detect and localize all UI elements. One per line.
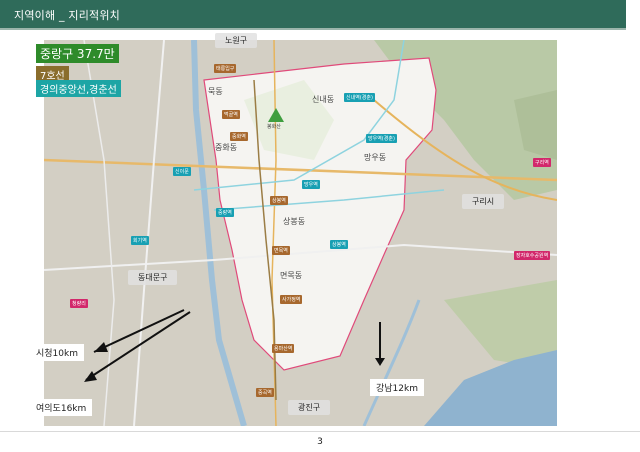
station-hoegi[interactable]: 회기역 [131, 236, 149, 245]
district-label-dongdaemun: 동대문구 [128, 270, 178, 285]
station-guri[interactable]: 구리역 [533, 158, 551, 167]
callout-yeouido: 여의도16km [30, 399, 93, 416]
station-yongmasan[interactable]: 용마산역 [272, 344, 295, 353]
station-sangbong[interactable]: 상봉역 [270, 196, 288, 205]
station-sagajeong[interactable]: 사가정역 [280, 295, 303, 304]
district-label-nowon: 노원구 [215, 33, 258, 48]
station-sinnae[interactable]: 신내역(경춘) [344, 93, 375, 102]
dong-label-muk: 묵동 [208, 87, 223, 96]
dong-label-myeonmok: 면목동 [280, 271, 303, 280]
info-lines: 경의중앙선,경춘선 [36, 80, 121, 97]
callout-cityhall: 시청10km [30, 344, 84, 361]
station-junggok[interactable]: 중곡역 [256, 388, 274, 397]
station-taereung[interactable]: 태릉입구 [214, 64, 237, 73]
dong-label-sinnae: 신내동 [312, 95, 335, 104]
page-number: 3 [317, 437, 323, 447]
dong-label-mangu: 망우동 [364, 153, 387, 162]
station-myeonmok[interactable]: 면목역 [272, 246, 290, 255]
info-population: 중랑구 37.7만 [36, 44, 119, 63]
landmark-label: 봉화산 [267, 124, 281, 130]
station-jungnang[interactable]: 중랑역 [216, 208, 234, 217]
callout-gangnam: 강남12km [370, 379, 424, 396]
dong-label-junghwa: 중화동 [215, 143, 238, 152]
station-cheongnyangni[interactable]: 청량리 [70, 299, 88, 308]
district-label-gwangjin: 광진구 [288, 400, 331, 415]
station-meokgol[interactable]: 먹골역 [222, 110, 240, 119]
footer-divider [0, 431, 640, 432]
map-panel[interactable] [44, 40, 557, 426]
station-mangu[interactable]: 망우역(경춘) [366, 134, 397, 143]
station-sinimun[interactable]: 신이문 [173, 167, 191, 176]
station-mangu2[interactable]: 망우역 [302, 180, 320, 189]
header-bar: 지역이해 _ 지리적위치 [0, 0, 626, 28]
dong-label-sangbong: 상봉동 [283, 217, 306, 226]
header-divider [0, 28, 626, 30]
station-sangbong2[interactable]: 상봉역 [330, 240, 348, 249]
map-graphic [44, 40, 557, 426]
station-junghwa[interactable]: 중화역 [230, 132, 248, 141]
page-title: 지역이해 _ 지리적위치 [14, 9, 120, 22]
station-guriwon[interactable]: 장자호수공원역 [514, 251, 551, 260]
district-label-guri: 구리시 [462, 194, 505, 209]
